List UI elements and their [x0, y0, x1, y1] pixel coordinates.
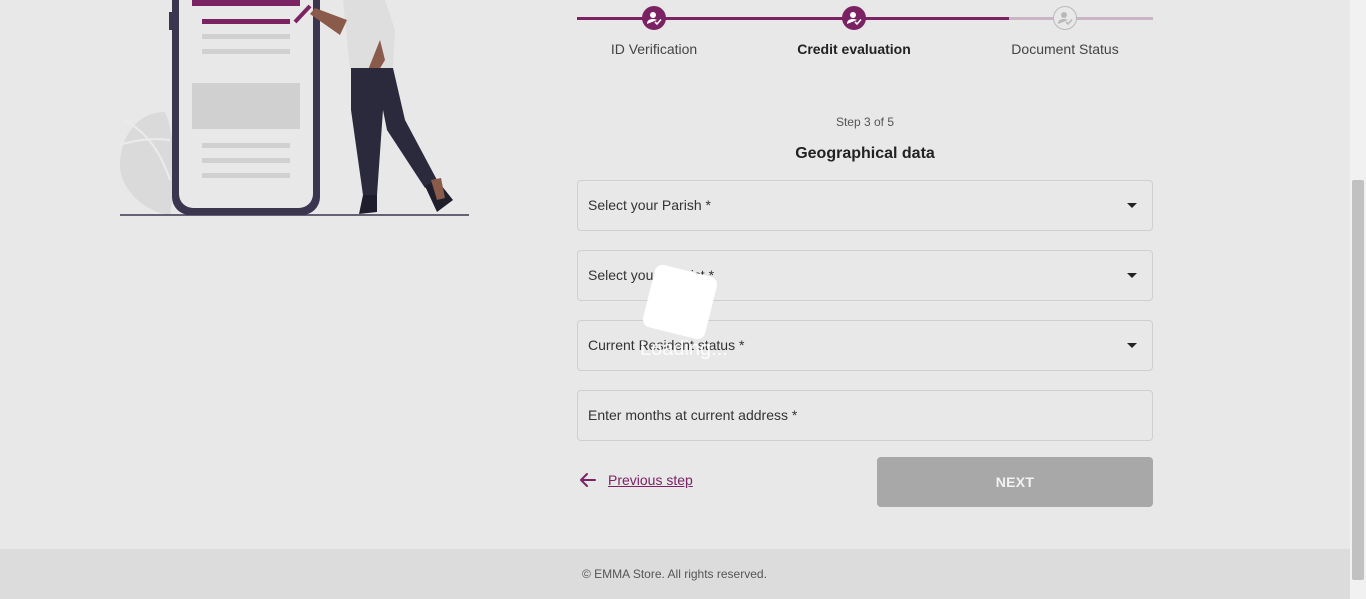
step-label-document-status: Document Status	[1011, 41, 1119, 57]
previous-step-link[interactable]: Previous step	[578, 470, 693, 490]
loading-overlay: Loading...	[640, 263, 730, 366]
next-button[interactable]: NEXT	[877, 457, 1153, 507]
copyright-text: © EMMA Store. All rights reserved.	[582, 567, 767, 581]
page-scrollbar[interactable]	[1350, 0, 1366, 599]
step-label-credit-evaluation: Credit evaluation	[797, 41, 911, 57]
caret-down-icon	[1127, 203, 1137, 208]
caret-down-icon	[1127, 343, 1137, 348]
step-label-id-verification: ID Verification	[610, 41, 698, 57]
parish-select[interactable]: Select your Parish *	[577, 180, 1153, 231]
section-title: Geographical data	[795, 145, 935, 162]
loading-text: Loading...	[640, 338, 728, 360]
step-counter: Step 3 of 5	[835, 115, 895, 129]
step-1-person-check-icon	[642, 6, 666, 30]
phone-person-illustration	[119, 0, 469, 216]
progress-track-remaining	[1009, 17, 1153, 20]
step-2-person-check-icon	[842, 6, 866, 30]
months-at-address-input[interactable]	[578, 391, 1156, 442]
months-at-address-field[interactable]: Enter months at current address *	[577, 390, 1156, 442]
progress-stepper: ID Verification Credit evaluation Docume…	[577, 0, 1153, 70]
caret-down-icon	[1127, 273, 1137, 278]
step-3-person-check-icon	[1053, 6, 1077, 30]
arrow-left-icon	[580, 473, 596, 487]
scrollbar-thumb[interactable]	[1352, 180, 1364, 580]
footer: © EMMA Store. All rights reserved.	[0, 549, 1350, 599]
loading-spinner	[641, 263, 719, 341]
parish-select-label: Select your Parish *	[588, 197, 711, 213]
previous-step-label: Previous step	[608, 472, 693, 488]
